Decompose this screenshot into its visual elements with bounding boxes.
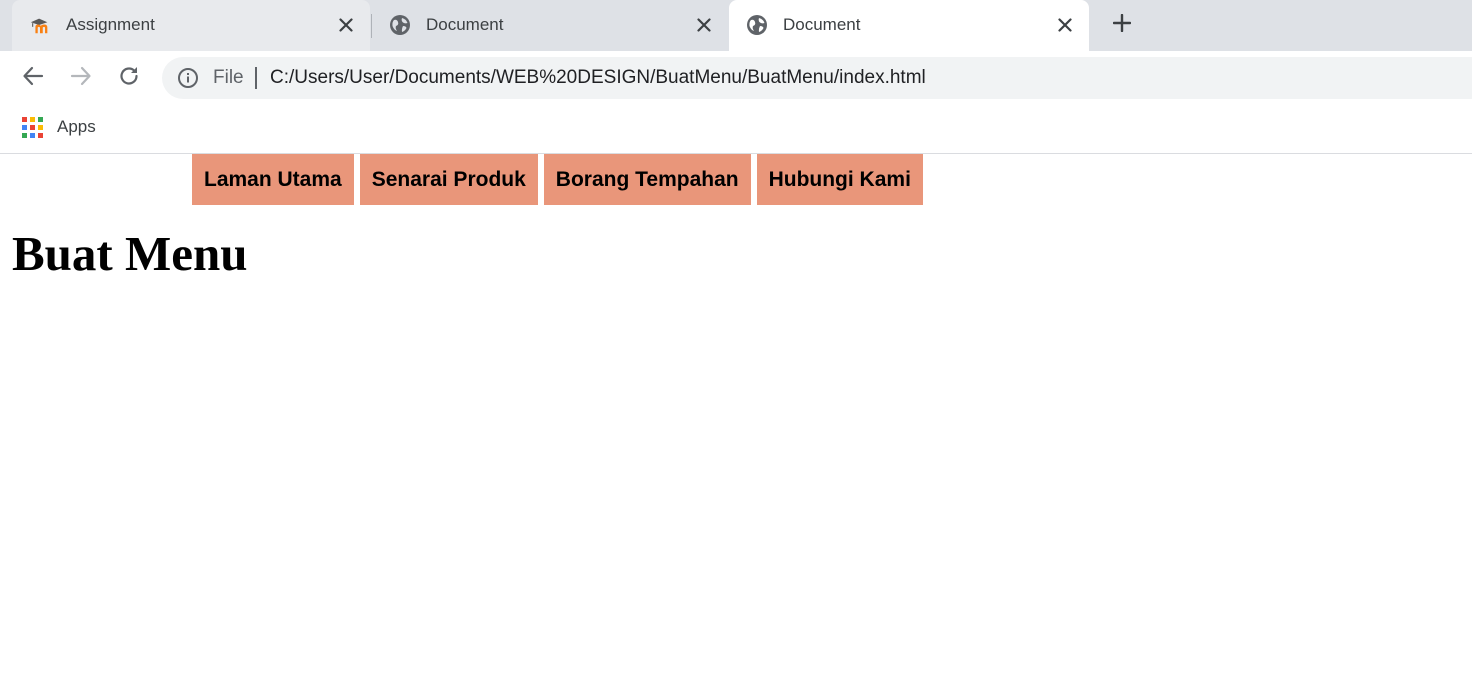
tab-assignment[interactable]: Assignment xyxy=(12,0,370,51)
close-tab-icon[interactable] xyxy=(692,13,716,37)
back-button[interactable] xyxy=(18,63,48,93)
arrow-left-icon xyxy=(22,65,44,92)
reload-icon xyxy=(118,65,140,92)
menu-item-borang-tempahan[interactable]: Borang Tempahan xyxy=(543,154,751,205)
bookmark-label: Apps xyxy=(57,117,96,136)
menu-item-senarai-produk[interactable]: Senarai Produk xyxy=(359,154,538,205)
plus-icon xyxy=(1112,13,1132,37)
info-icon[interactable] xyxy=(176,66,200,90)
scheme-label: File xyxy=(213,67,244,88)
address-divider xyxy=(255,67,257,89)
tab-title: Document xyxy=(426,15,504,34)
tab-strip: Assignment Document Document xyxy=(0,0,1472,51)
nav-menu: Laman Utama Senarai Produk Borang Tempah… xyxy=(192,154,923,205)
bookmark-apps[interactable]: Apps xyxy=(22,115,96,139)
arrow-right-icon xyxy=(70,65,92,92)
apps-grid-icon xyxy=(22,116,43,138)
forward-button[interactable] xyxy=(66,63,96,93)
moodle-icon xyxy=(29,14,51,36)
close-tab-icon[interactable] xyxy=(334,13,358,37)
globe-icon xyxy=(389,14,411,36)
tab-document-active[interactable]: Document xyxy=(729,0,1089,51)
menu-item-laman-utama[interactable]: Laman Utama xyxy=(192,154,354,205)
page-heading: Buat Menu xyxy=(12,226,248,281)
address-bar[interactable]: File C:/Users/User/Documents/WEB%20DESIG… xyxy=(162,57,1472,99)
reload-button[interactable] xyxy=(114,63,144,93)
new-tab-button[interactable] xyxy=(1108,11,1136,39)
close-tab-icon[interactable] xyxy=(1053,13,1077,37)
globe-icon xyxy=(746,14,768,36)
tab-title: Document xyxy=(783,15,861,34)
tab-title: Assignment xyxy=(66,15,155,34)
browser-toolbar: File C:/Users/User/Documents/WEB%20DESIG… xyxy=(0,51,1472,103)
menu-item-hubungi-kami[interactable]: Hubungi Kami xyxy=(756,154,923,205)
tab-document[interactable]: Document xyxy=(372,0,728,51)
bookmarks-bar: Apps xyxy=(0,103,1472,154)
url-text[interactable]: C:/Users/User/Documents/WEB%20DESIGN/Bua… xyxy=(270,67,926,89)
